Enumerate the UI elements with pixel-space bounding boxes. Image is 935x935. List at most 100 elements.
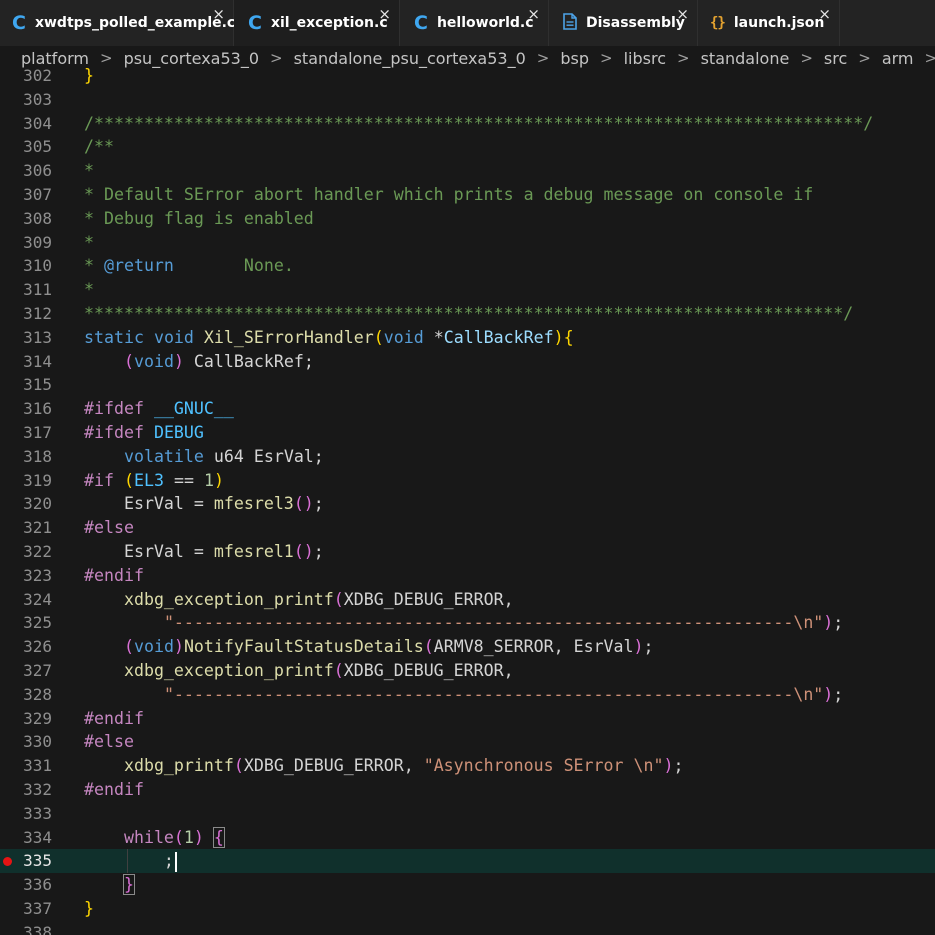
code-line[interactable]: 318 volatile u64 EsrVal; xyxy=(0,445,935,469)
code-line[interactable]: 326 (void)NotifyFaultStatusDetails(ARMV8… xyxy=(0,635,935,659)
code-line[interactable]: 328 "-----------------------------------… xyxy=(0,683,935,707)
code-line[interactable]: 315 xyxy=(0,373,935,397)
code-token: void xyxy=(133,637,174,657)
breadcrumb-item[interactable]: libsrc xyxy=(624,49,666,68)
code-line[interactable]: 304 /************************************… xyxy=(0,112,935,136)
code-line[interactable]: 334 while(1) { xyxy=(0,826,935,850)
code-token: } xyxy=(84,66,94,85)
line-number: 323 xyxy=(23,565,52,585)
breadcrumb-item[interactable]: standalone xyxy=(701,49,790,68)
code-line[interactable]: 331 xdbg_printf(XDBG_DEBUG_ERROR, "Async… xyxy=(0,754,935,778)
chevron-right-icon: > xyxy=(800,49,813,67)
code-line[interactable]: 337} xyxy=(0,897,935,921)
close-icon[interactable]: × xyxy=(676,7,689,22)
code-line[interactable]: 313 static void Xil_SErrorHandler(void *C… xyxy=(0,326,935,350)
line-number: 317 xyxy=(23,423,52,442)
code-line[interactable]: 316 #ifdef __GNUC__ xyxy=(0,397,935,421)
code-line[interactable]: 321 #else xyxy=(0,516,935,540)
c-file-icon: C xyxy=(248,12,262,34)
code-line[interactable]: 314 (void) CallBackRef; xyxy=(0,350,935,374)
code-token: ){ xyxy=(553,327,574,347)
code-line[interactable]: 305 /** xyxy=(0,135,935,159)
code-token: ; xyxy=(833,613,844,633)
line-number: 337 xyxy=(23,899,52,918)
breadcrumb-item[interactable]: bsp xyxy=(560,49,589,68)
code-line[interactable]: 333 xyxy=(0,802,935,826)
breadcrumb-item[interactable]: src xyxy=(824,49,847,68)
breadcrumb-item[interactable]: arm xyxy=(882,49,914,68)
code-token: #endif xyxy=(84,708,144,728)
code-text: EsrVal = mfesrel1(); xyxy=(84,540,324,564)
code-token: NotifyFaultStatusDetails xyxy=(183,637,424,657)
code-line[interactable]: 311 * xyxy=(0,278,935,302)
document-icon xyxy=(563,12,577,34)
code-line[interactable]: 307 * Default SError abort handler which … xyxy=(0,183,935,207)
code-line[interactable]: 332 #endif xyxy=(0,778,935,802)
code-line[interactable]: 335 ; xyxy=(0,849,935,874)
code-editor[interactable]: 302} 303 304/*****************************… xyxy=(0,66,935,935)
code-line[interactable]: 317 #ifdef DEBUG xyxy=(0,421,935,445)
code-token: ; xyxy=(313,494,324,514)
code-line[interactable]: 309 * xyxy=(0,231,935,255)
tab-helloworld-c[interactable]: Chelloworld.c × xyxy=(400,0,549,46)
tab-disassembly[interactable]: Disassembly × xyxy=(549,0,698,46)
close-icon[interactable]: × xyxy=(527,7,540,22)
code-line[interactable]: 306 * xyxy=(0,159,935,183)
code-token: ( xyxy=(333,661,344,680)
code-line[interactable]: 312 *************************************… xyxy=(0,302,935,326)
code-line[interactable]: 323 #endif xyxy=(0,564,935,588)
code-token: ; xyxy=(84,851,174,871)
code-line[interactable]: 330 #else xyxy=(0,730,935,754)
line-number: 327 xyxy=(23,661,52,680)
code-line[interactable]: 302} xyxy=(0,66,935,88)
code-text: #ifdef __GNUC__ xyxy=(84,397,234,421)
text-cursor xyxy=(174,851,177,872)
code-token: DEBUG xyxy=(153,423,204,442)
code-text: EsrVal = mfesrel3(); xyxy=(84,492,324,516)
code-text: static void Xil_SErrorHandler(void *Call… xyxy=(84,326,574,350)
code-line[interactable]: 322 EsrVal = mfesrel1(); xyxy=(0,540,935,564)
code-text: } xyxy=(84,66,94,88)
line-number: 322 xyxy=(23,542,52,561)
tab-launch-json[interactable]: {} launch.json × xyxy=(698,0,840,46)
code-token: == xyxy=(163,470,204,490)
code-line[interactable]: 325 "-----------------------------------… xyxy=(0,611,935,635)
code-line[interactable]: 329 #endif xyxy=(0,707,935,731)
code-text: xdbg_exception_printf(XDBG_DEBUG_ERROR, xyxy=(84,659,514,683)
code-line[interactable]: 303 xyxy=(0,88,935,112)
close-icon[interactable]: × xyxy=(212,7,225,22)
code-token: mfesrel3 xyxy=(213,494,294,514)
tab-xil-exception-c[interactable]: Cxil_exception.c × xyxy=(234,0,400,46)
breadcrumb-item[interactable]: psu_cortexa53_0 xyxy=(124,49,259,68)
code-token: EL3 xyxy=(133,470,164,490)
code-line[interactable]: 320 EsrVal = mfesrel3(); xyxy=(0,492,935,516)
line-number: 332 xyxy=(23,780,52,799)
code-line[interactable]: 336 } xyxy=(0,873,935,897)
indent-guide xyxy=(127,849,128,874)
code-token: #else xyxy=(84,732,134,752)
breadcrumb-item[interactable]: standalone_psu_cortexa53_0 xyxy=(294,49,526,68)
code-line[interactable]: 319 #if (EL3 == 1) xyxy=(0,469,935,493)
close-icon[interactable]: × xyxy=(818,7,831,22)
code-token: XDBG_DEBUG_ERROR, xyxy=(343,589,514,609)
code-line[interactable]: 327 xdbg_exception_printf(XDBG_DEBUG_ERR… xyxy=(0,659,935,683)
code-line[interactable]: 310 * @return None. xyxy=(0,254,935,278)
breadcrumb-item[interactable]: platform xyxy=(21,49,89,68)
close-icon[interactable]: × xyxy=(378,7,391,22)
code-token: #endif xyxy=(84,565,144,585)
code-text: #endif xyxy=(84,707,144,731)
tab-xwdtps-polled-example-c[interactable]: Cxwdtps_polled_example.c × xyxy=(0,0,235,46)
tab-label: helloworld.c xyxy=(436,15,534,31)
code-line[interactable]: 338 xyxy=(0,921,935,935)
code-line[interactable]: 324 xdbg_exception_printf(XDBG_DEBUG_ERR… xyxy=(0,588,935,612)
code-token: xdbg_exception_printf xyxy=(123,589,334,609)
code-line[interactable]: 308 * Debug flag is enabled xyxy=(0,207,935,231)
code-token: ****************************************… xyxy=(84,304,854,323)
tab-label: launch.json xyxy=(733,15,825,31)
code-token: #endif xyxy=(84,780,144,799)
